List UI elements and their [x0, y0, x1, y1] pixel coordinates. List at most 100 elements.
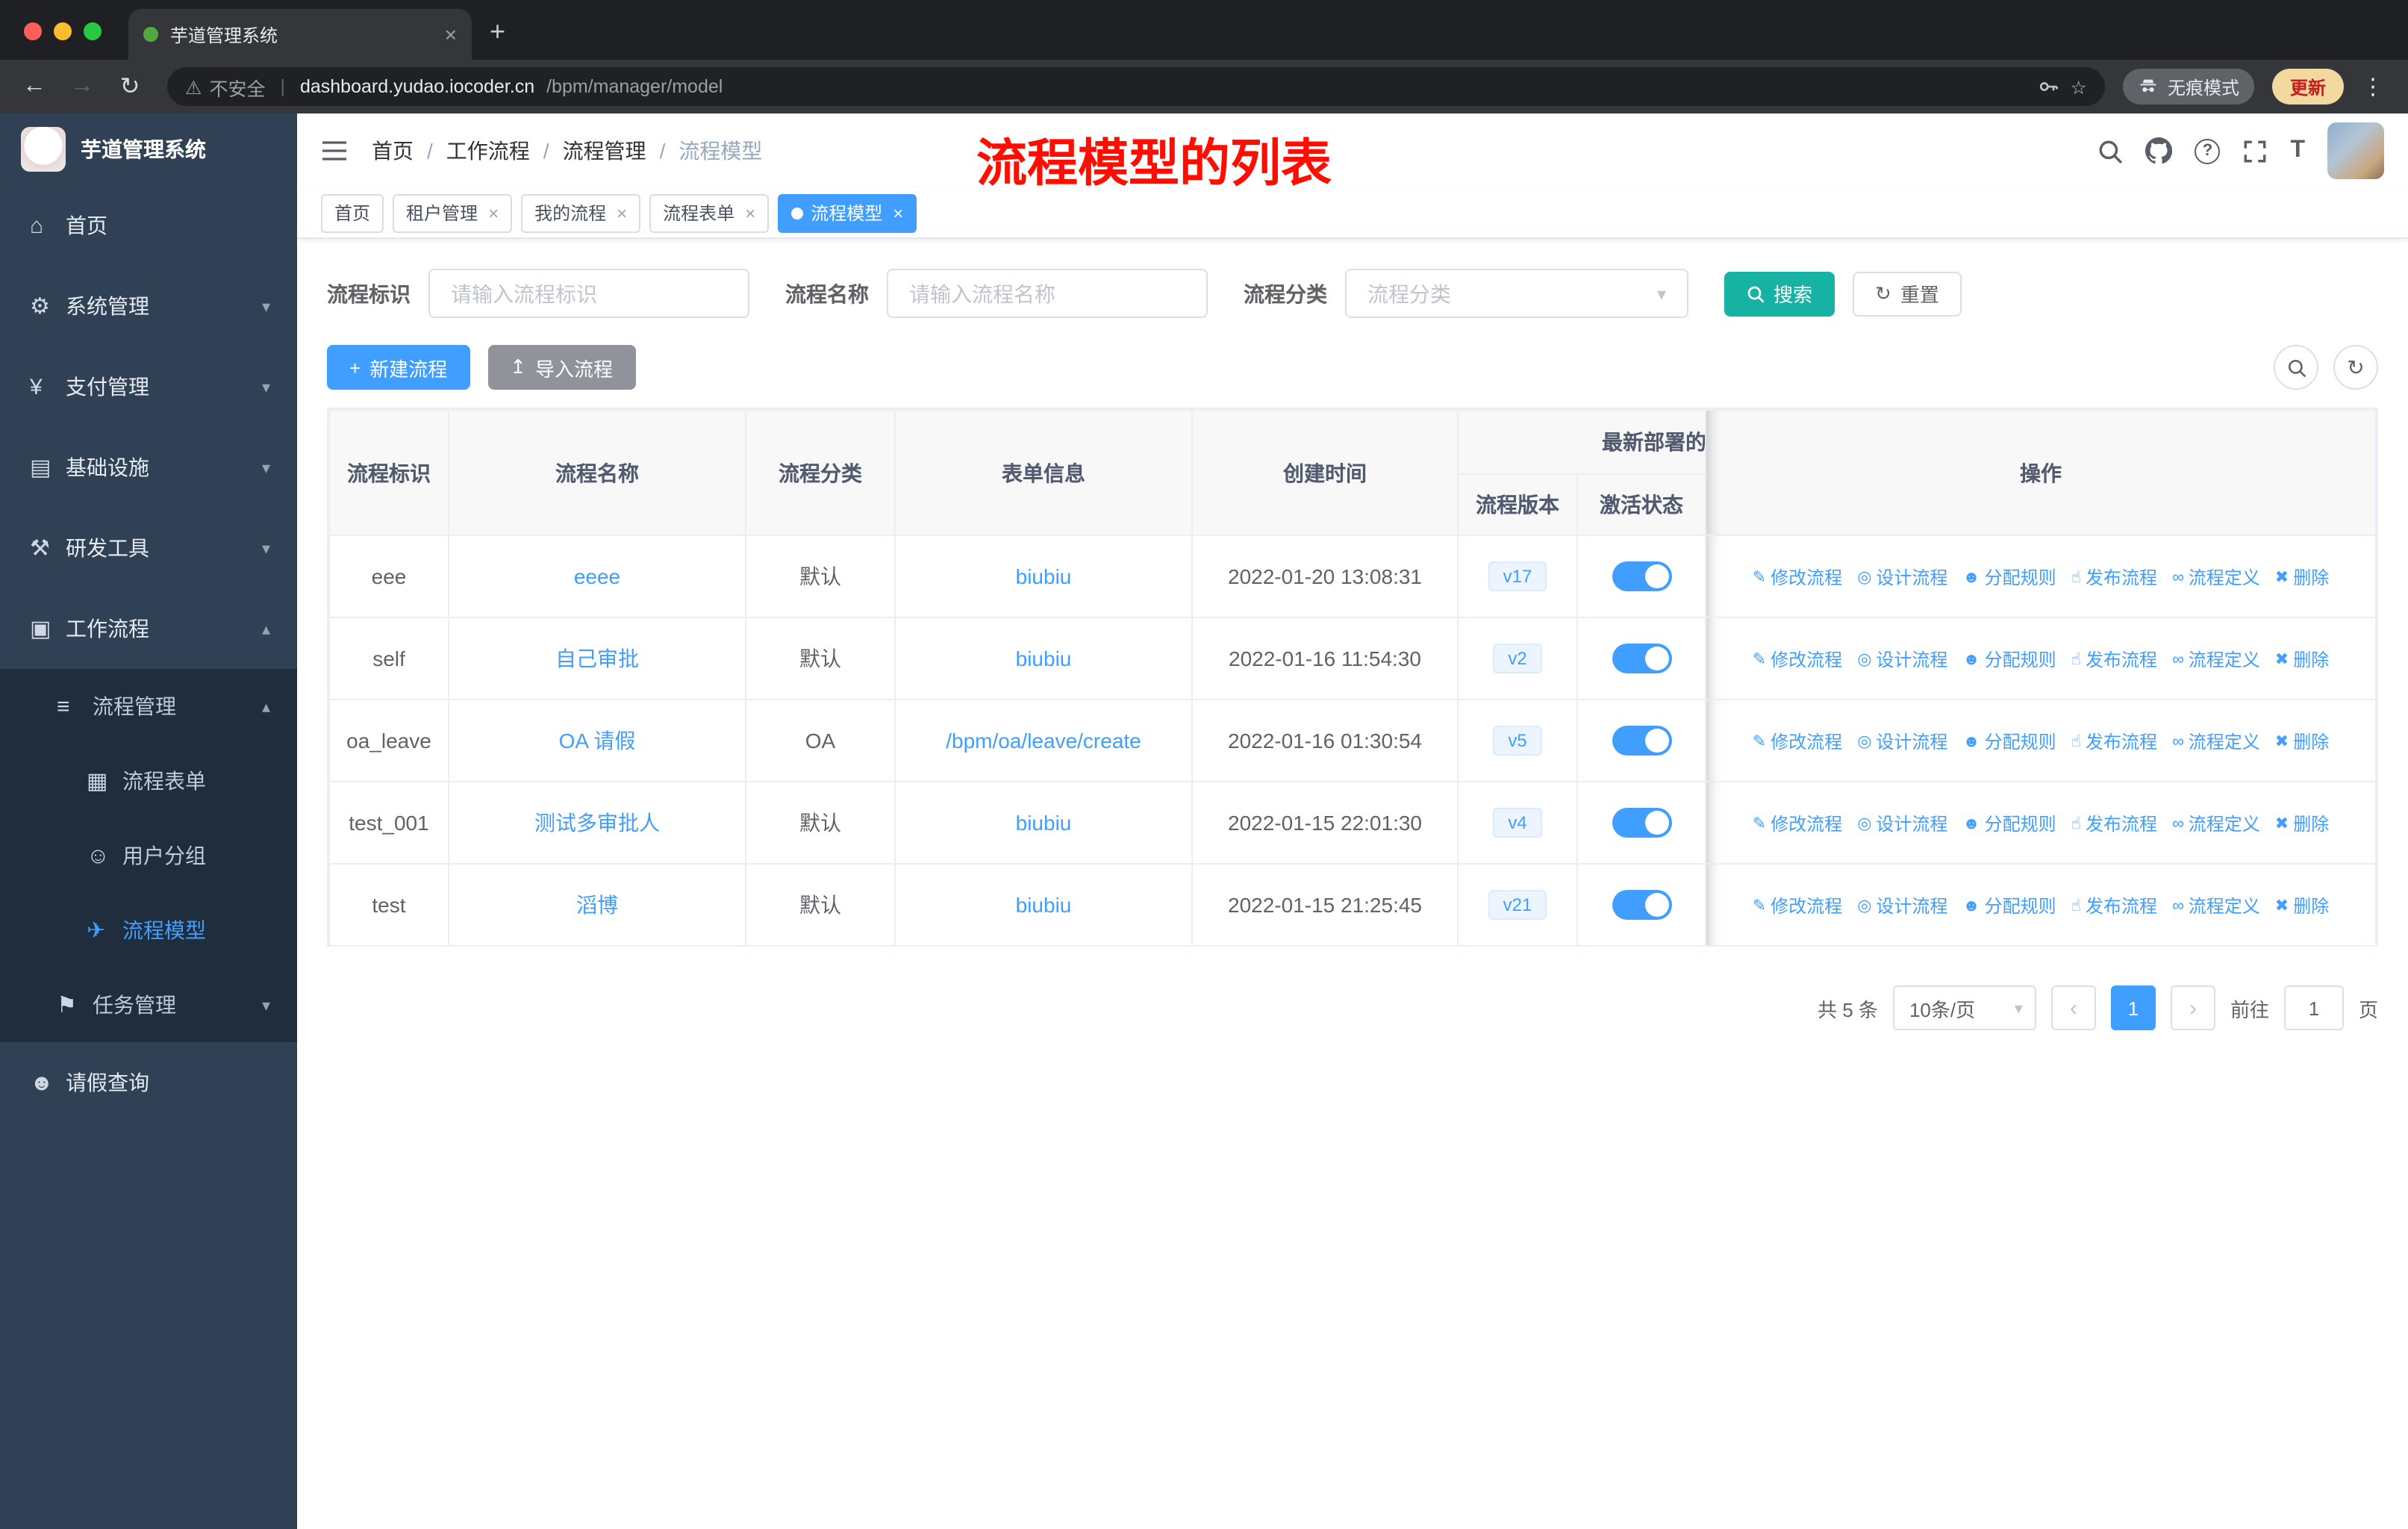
active-toggle[interactable] — [1612, 644, 1671, 673]
action-delete[interactable]: ✖ 删除 — [2275, 893, 2329, 918]
action-publish[interactable]: ☝ 发布流程 — [2071, 811, 2157, 836]
new-tab-button[interactable]: + — [472, 16, 526, 60]
action-publish[interactable]: ☝ 发布流程 — [2071, 893, 2157, 918]
search-icon[interactable] — [2097, 138, 2123, 164]
form-info-link[interactable]: biubiu — [1016, 811, 1072, 835]
breadcrumb-workflow[interactable]: 工作流程 — [446, 136, 530, 166]
help-icon[interactable]: ? — [2195, 138, 2221, 164]
close-icon[interactable]: × — [488, 202, 499, 223]
action-assign-rule[interactable]: ☻ 分配规则 — [1962, 729, 2056, 755]
close-icon[interactable]: × — [893, 202, 903, 223]
sidebar-item-task-management[interactable]: ⚑ 任务管理 ▾ — [0, 968, 297, 1042]
active-toggle[interactable] — [1612, 890, 1671, 920]
process-name-link[interactable]: 滔博 — [576, 893, 618, 917]
update-button[interactable]: 更新 — [2271, 69, 2344, 105]
zoom-window-button[interactable] — [84, 22, 102, 40]
form-info-link[interactable]: /bpm/oa/leave/create — [946, 729, 1141, 753]
fullscreen-icon[interactable] — [2242, 138, 2268, 164]
process-name-link[interactable]: 自己审批 — [555, 647, 639, 670]
refresh-table-button[interactable]: ↻ — [2333, 345, 2378, 390]
action-definition[interactable]: ∞ 流程定义 — [2172, 729, 2260, 755]
action-modify[interactable]: ✎ 修改流程 — [1753, 564, 1842, 590]
form-info-link[interactable]: biubiu — [1016, 647, 1072, 670]
sidebar-item-dev-tools[interactable]: ⚒ 研发工具 ▾ — [0, 508, 297, 588]
action-design[interactable]: ◎ 设计流程 — [1857, 564, 1947, 590]
action-definition[interactable]: ∞ 流程定义 — [2172, 565, 2260, 591]
action-publish[interactable]: ☝ 发布流程 — [2071, 729, 2157, 754]
hamburger-icon[interactable] — [321, 139, 348, 163]
active-toggle[interactable] — [1612, 808, 1671, 838]
action-assign-rule[interactable]: ☻ 分配规则 — [1962, 812, 2056, 837]
sidebar-item-infrastructure[interactable]: ▤ 基础设施 ▾ — [0, 427, 297, 508]
github-icon[interactable] — [2145, 137, 2173, 164]
sidebar-item-process-model[interactable]: ✈ 流程模型 — [0, 893, 297, 968]
action-modify[interactable]: ✎ 修改流程 — [1753, 647, 1842, 672]
action-design[interactable]: ◎ 设计流程 — [1857, 647, 1947, 672]
action-modify[interactable]: ✎ 修改流程 — [1753, 811, 1842, 836]
action-assign-rule[interactable]: ☻ 分配规则 — [1962, 647, 2056, 673]
action-publish[interactable]: ☝ 发布流程 — [2071, 564, 2157, 590]
sidebar-item-home[interactable]: ⌂ 首页 — [0, 185, 297, 266]
close-icon[interactable]: × — [745, 202, 755, 223]
url-bar[interactable]: ⚠ 不安全 | dashboard.yudao.iocoder.cn/bpm/m… — [167, 67, 2105, 106]
action-delete[interactable]: ✖ 删除 — [2275, 811, 2329, 836]
toggle-search-button[interactable] — [2274, 345, 2318, 390]
action-delete[interactable]: ✖ 删除 — [2275, 729, 2329, 754]
reload-icon[interactable]: ↻ — [110, 67, 149, 106]
action-design[interactable]: ◎ 设计流程 — [1857, 811, 1947, 836]
sidebar-item-payment-management[interactable]: ¥ 支付管理 ▾ — [0, 346, 297, 427]
reset-button[interactable]: ↻ 重置 — [1853, 271, 1962, 316]
sidebar-item-system-management[interactable]: ⚙ 系统管理 ▾ — [0, 266, 297, 346]
process-category-select[interactable]: 流程分类 ▾ — [1345, 269, 1688, 318]
sidebar-item-process-management[interactable]: ≡ 流程管理 ▴ — [0, 669, 297, 744]
form-info-link[interactable]: biubiu — [1016, 893, 1072, 917]
active-toggle[interactable] — [1612, 726, 1671, 756]
forward-icon[interactable]: → — [63, 67, 102, 106]
tag-my-process[interactable]: 我的流程 × — [521, 193, 641, 232]
action-definition[interactable]: ∞ 流程定义 — [2172, 894, 2260, 919]
key-icon[interactable] — [2038, 76, 2059, 97]
action-definition[interactable]: ∞ 流程定义 — [2172, 647, 2260, 673]
security-chip[interactable]: ⚠ 不安全 — [185, 72, 265, 101]
process-name-input[interactable] — [887, 269, 1208, 318]
sidebar-item-process-form[interactable]: ▦ 流程表单 — [0, 744, 297, 818]
browser-tab[interactable]: 芋道管理系统 × — [128, 9, 472, 60]
sidebar-item-leave-query[interactable]: ☻ 请假查询 — [0, 1042, 297, 1123]
tag-process-model[interactable]: 流程模型 × — [778, 193, 917, 232]
action-assign-rule[interactable]: ☻ 分配规则 — [1962, 565, 2056, 591]
page-size-select[interactable]: 10条/页 ▾ — [1892, 985, 2036, 1030]
process-id-input[interactable] — [428, 269, 749, 318]
action-definition[interactable]: ∞ 流程定义 — [2172, 812, 2260, 837]
create-process-button[interactable]: + 新建流程 — [327, 345, 470, 390]
back-icon[interactable]: ← — [15, 67, 54, 106]
action-assign-rule[interactable]: ☻ 分配规则 — [1962, 894, 2056, 919]
user-avatar[interactable] — [2327, 122, 2384, 179]
close-window-button[interactable] — [24, 22, 42, 40]
tag-home[interactable]: 首页 — [321, 193, 384, 232]
action-design[interactable]: ◎ 设计流程 — [1857, 893, 1947, 918]
sidebar-item-user-group[interactable]: ☺ 用户分组 — [0, 818, 297, 893]
font-size-icon[interactable]: T — [2290, 137, 2305, 164]
process-name-link[interactable]: OA 请假 — [559, 729, 636, 753]
browser-menu-icon[interactable]: ⋮ — [2353, 73, 2393, 100]
minimize-window-button[interactable] — [54, 22, 72, 40]
close-icon[interactable]: × — [617, 202, 627, 223]
form-info-link[interactable]: biubiu — [1016, 564, 1072, 588]
tag-tenant-management[interactable]: 租户管理 × — [393, 193, 513, 232]
action-modify[interactable]: ✎ 修改流程 — [1753, 893, 1842, 918]
process-name-link[interactable]: 测试多审批人 — [534, 811, 660, 835]
action-delete[interactable]: ✖ 删除 — [2275, 564, 2329, 590]
action-modify[interactable]: ✎ 修改流程 — [1753, 729, 1842, 754]
import-process-button[interactable]: ↥ 导入流程 — [487, 345, 636, 390]
action-design[interactable]: ◎ 设计流程 — [1857, 729, 1947, 754]
process-name-link[interactable]: eeee — [574, 564, 620, 588]
action-delete[interactable]: ✖ 删除 — [2275, 647, 2329, 672]
active-toggle[interactable] — [1612, 561, 1671, 591]
search-button[interactable]: 搜索 — [1724, 271, 1835, 316]
sidebar-item-workflow[interactable]: ▣ 工作流程 ▴ — [0, 588, 297, 669]
breadcrumb-home[interactable]: 首页 — [372, 136, 414, 166]
next-page-button[interactable]: › — [2170, 985, 2215, 1030]
page-1-button[interactable]: 1 — [2110, 985, 2156, 1030]
prev-page-button[interactable]: ‹ — [2050, 985, 2096, 1030]
bookmark-star-icon[interactable]: ☆ — [2071, 75, 2087, 98]
